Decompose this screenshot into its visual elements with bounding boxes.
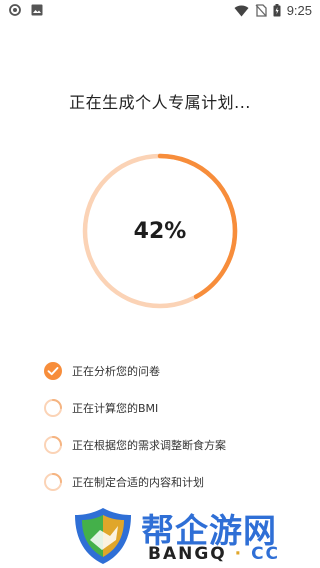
wifi-icon: [234, 4, 249, 17]
status-time: 9:25: [286, 3, 312, 18]
step-item: 正在分析您的问卷: [43, 360, 226, 382]
watermark-separator: ·: [234, 544, 244, 564]
progress-ring: 42%: [80, 151, 240, 311]
battery-icon: [273, 4, 281, 17]
step-label: 正在计算您的BMI: [72, 402, 159, 415]
step-item: 正在计算您的BMI: [43, 397, 226, 419]
status-bar: 9:25: [0, 0, 320, 24]
watermark-site-part1: BANGQ: [148, 544, 227, 564]
watermark-site: BANGQ · CC: [148, 544, 280, 564]
step-item: 正在制定合适的内容和计划: [43, 471, 226, 493]
step-label: 正在分析您的问卷: [72, 365, 160, 378]
no-sim-icon: [255, 4, 267, 17]
step-label: 正在根据您的需求调整断食方案: [72, 439, 226, 452]
record-icon: [9, 4, 21, 16]
step-label: 正在制定合适的内容和计划: [72, 476, 204, 489]
watermark-site-part2: CC: [251, 544, 281, 564]
watermark: 帮企游网 BANGQ · CC: [68, 500, 320, 568]
shield-logo-icon: [75, 508, 131, 564]
loading-spinner-icon: [44, 436, 62, 454]
image-icon: [31, 4, 43, 16]
check-circle-icon: [44, 362, 62, 380]
progress-percent: 42%: [133, 218, 187, 244]
page-title: 正在生成个人专属计划...: [69, 93, 251, 112]
loading-spinner-icon: [44, 399, 62, 417]
step-item: 正在根据您的需求调整断食方案: [43, 434, 226, 456]
step-list: 正在分析您的问卷 正在计算您的BMI 正在根据您的需求调整断食方案 正在制定合适…: [43, 360, 226, 508]
loading-spinner-icon: [44, 473, 62, 491]
